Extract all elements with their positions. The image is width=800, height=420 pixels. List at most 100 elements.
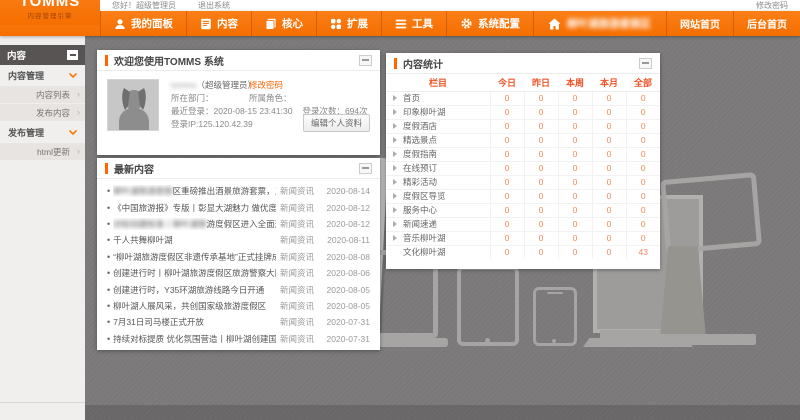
news-list-item[interactable]: •对标创建标准丨柳叶湖旅游度假区进入全面迎检状态新闻资讯2020-08-12: [107, 216, 370, 232]
stats-row-label[interactable]: 新闻速递: [386, 217, 490, 231]
phone-illustration: [533, 287, 577, 346]
expand-triangle-icon[interactable]: [393, 179, 397, 185]
last-login: 最近登录：2020-08-15 23:41:30: [171, 105, 292, 118]
stats-value: 0: [626, 133, 660, 147]
bullet-icon: •: [107, 268, 110, 278]
stats-row: 度假酒店00000: [386, 119, 660, 133]
bullet-icon: •: [107, 235, 110, 245]
nav-item-6[interactable]: 系统配置: [447, 11, 534, 36]
news-date: 2020-07-31: [318, 317, 370, 327]
change-password-link[interactable]: 修改密码: [756, 0, 788, 11]
expand-triangle-icon[interactable]: [393, 95, 397, 101]
sidebar-item-html更新[interactable]: html更新›: [0, 143, 85, 160]
expand-triangle-icon[interactable]: [393, 193, 397, 199]
sidebar-group-label: 发布管理: [8, 126, 44, 139]
department-label: 所在部门：: [171, 92, 249, 105]
stats-row-label[interactable]: 首页: [386, 91, 490, 105]
stats-value: 0: [490, 105, 524, 119]
stats-value: 0: [490, 203, 524, 217]
stats-value: 0: [558, 217, 592, 231]
stats-value: 0: [524, 105, 558, 119]
expand-triangle-icon[interactable]: [393, 165, 397, 171]
news-category: 新闻资讯: [276, 333, 318, 345]
collapse-panel-icon[interactable]: [359, 55, 372, 66]
news-list-item[interactable]: •柳叶湖人展风采，共创国家级旅游度假区新闻资讯2020-08-05: [107, 298, 370, 314]
stats-row-label[interactable]: 精彩活动: [386, 175, 490, 189]
stats-row-label[interactable]: 度假区导览: [386, 189, 490, 203]
welcome-panel: 欢迎您使用TOMMS 系统 tomms（超级管理员） 修改密码 所在部门：: [97, 50, 380, 155]
expand-triangle-icon[interactable]: [393, 137, 397, 143]
news-list-item[interactable]: •7月31日司马楼正式开放新闻资讯2020-07-31: [107, 314, 370, 330]
news-list-item[interactable]: •“柳叶湖旅游度假区非遗传承基地”正式挂牌成立新闻资讯2020-08-08: [107, 249, 370, 265]
expand-triangle-icon[interactable]: [393, 221, 397, 227]
news-list-item[interactable]: •《中国旅游报》专版丨彰显大湖魅力 做优度假文章新闻资讯2020-08-12: [107, 199, 370, 215]
sidebar-collapse-icon[interactable]: [67, 50, 78, 60]
stats-value: 0: [626, 189, 660, 203]
stats-row-label[interactable]: 在线预订: [386, 161, 490, 175]
news-list-item[interactable]: •持续对标提质 优化氛围营造丨柳叶湖创建国家级旅游度假区新闻资讯2020-07-…: [107, 331, 370, 347]
stats-value: 0: [524, 189, 558, 203]
news-title: 创建进行时丨柳叶湖旅游度假区旅游警察大队开展景区养犬: [113, 267, 276, 279]
app-logo[interactable]: TOMMS 内容管理引擎: [0, 0, 100, 25]
tools-icon: [395, 18, 407, 30]
main-nav: 我的面板内容 核心扩展 工具 系统配置 柳叶湖旅游度假区 网站首页后台首页: [0, 11, 800, 36]
user-info-row-1: tomms（超级管理员） 修改密码: [171, 79, 370, 92]
nav-item-1[interactable]: 我的面板: [100, 11, 187, 36]
stats-row-label[interactable]: 印象柳叶湖: [386, 105, 490, 119]
collapse-panel-icon[interactable]: [359, 163, 372, 174]
stats-row-label[interactable]: 精选景点: [386, 133, 490, 147]
news-title: 创建进行时，Y35环湖旅游线路今日开通: [113, 284, 276, 296]
nav-item-3[interactable]: 核心: [252, 11, 317, 36]
sidebar-group-2[interactable]: 发布管理: [0, 122, 85, 143]
news-category: 新闻资讯: [276, 234, 318, 246]
news-category: 新闻资讯: [276, 300, 318, 312]
news-list-item[interactable]: •创建进行时丨柳叶湖旅游度假区旅游警察大队开展景区养犬新闻资讯2020-08-0…: [107, 265, 370, 281]
expand-triangle-icon[interactable]: [393, 235, 397, 241]
stats-value: 0: [592, 175, 626, 189]
nav-item-4[interactable]: 扩展: [317, 11, 382, 36]
news-date: 2020-08-05: [318, 301, 370, 311]
stats-row-label[interactable]: 文化柳叶湖: [386, 245, 490, 259]
bullet-icon: •: [107, 317, 110, 327]
stats-row-label[interactable]: 音乐柳叶湖: [386, 231, 490, 245]
sidebar-item-内容列表[interactable]: 内容列表›: [0, 86, 85, 103]
stats-value: 0: [524, 133, 558, 147]
sidebar-header: 内容: [0, 45, 85, 65]
chevron-right-icon: ›: [77, 147, 80, 156]
expand-triangle-icon[interactable]: [393, 151, 397, 157]
site-name: 柳叶湖旅游度假区: [567, 16, 651, 31]
nav-item-2[interactable]: 内容: [187, 11, 252, 36]
nav-item-label: 核心: [282, 16, 303, 31]
stats-row-label[interactable]: 度假酒店: [386, 119, 490, 133]
change-password-link-panel[interactable]: 修改密码: [249, 79, 283, 92]
news-date: 2020-08-14: [318, 186, 370, 196]
collapse-panel-icon[interactable]: [639, 58, 652, 69]
logout-link[interactable]: 退出系统: [198, 0, 230, 11]
stats-row-label[interactable]: 服务中心: [386, 203, 490, 217]
sidebar-group-1[interactable]: 内容管理: [0, 65, 85, 86]
nav-item-5[interactable]: 工具: [382, 11, 447, 36]
current-site[interactable]: 柳叶湖旅游度假区: [534, 11, 665, 36]
nav-item-list: 我的面板内容 核心扩展 工具 系统配置: [100, 11, 534, 36]
avatar: [107, 79, 159, 131]
nav-link-2[interactable]: 后台首页: [733, 11, 800, 36]
nav-item-label: 系统配置: [478, 16, 520, 31]
stats-value: 0: [490, 231, 524, 245]
dashboard-screen: 您好！超级管理员 退出系统 修改密码 TOMMS 内容管理引擎 我的面板内容核心…: [0, 0, 800, 420]
expand-triangle-icon[interactable]: [393, 109, 397, 115]
stats-row-label[interactable]: 度假指南: [386, 147, 490, 161]
stats-panel-title: 内容统计: [403, 56, 443, 71]
news-list-item[interactable]: •千人共舞柳叶湖新闻资讯2020-08-11: [107, 232, 370, 248]
edit-profile-button[interactable]: 编辑个人资料: [303, 114, 370, 132]
expand-triangle-icon[interactable]: [393, 123, 397, 129]
news-list-item[interactable]: •柳叶湖旅游度假区重磅推出酒景旅游套票，五折优惠，等你新闻资讯2020-08-1…: [107, 183, 370, 199]
nav-link-1[interactable]: 网站首页: [666, 11, 733, 36]
nav-item-label: 工具: [412, 16, 433, 31]
latest-content-panel: 最新内容 •柳叶湖旅游度假区重磅推出酒景旅游套票，五折优惠，等你新闻资讯2020…: [97, 158, 380, 350]
username: tomms: [171, 80, 197, 90]
bullet-icon: •: [107, 186, 110, 196]
news-list-item[interactable]: •创建进行时，Y35环湖旅游线路今日开通新闻资讯2020-08-05: [107, 281, 370, 297]
expand-triangle-icon[interactable]: [393, 207, 397, 213]
stats-value: 0: [592, 119, 626, 133]
sidebar-item-发布内容[interactable]: 发布内容›: [0, 104, 85, 121]
